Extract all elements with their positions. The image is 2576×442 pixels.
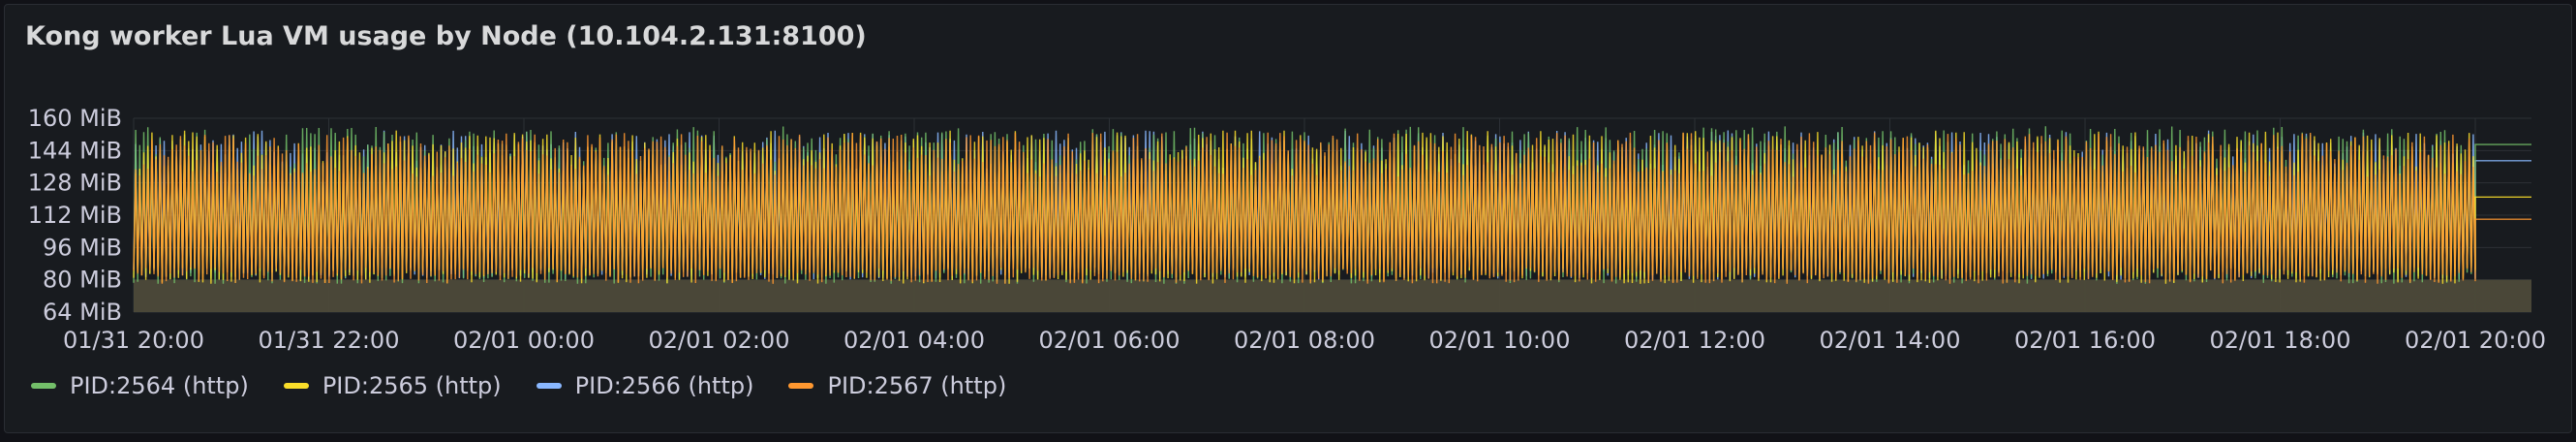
- y-tick-label: 96 MiB: [43, 234, 122, 261]
- legend-swatch-icon: [536, 383, 562, 389]
- legend-item[interactable]: PID:2564 (http): [31, 372, 249, 399]
- x-axis: 01/31 20:00 01/31 22:00 02/01 00:00 02/01 0…: [63, 327, 2546, 354]
- x-tick-label: 02/01 16:00: [2014, 327, 2156, 354]
- y-tick-label: 128 MiB: [28, 170, 122, 197]
- y-axis: 64 MiB 80 MiB 96 MiB 112 MiB 128 MiB 144 MiB 1…: [28, 105, 122, 326]
- x-tick-label: 02/01 02:00: [649, 327, 790, 354]
- legend-item[interactable]: PID:2566 (http): [536, 372, 754, 399]
- x-tick-label: 02/01 00:00: [453, 327, 595, 354]
- area-fill: [134, 279, 2531, 312]
- y-tick-label: 144 MiB: [28, 137, 122, 164]
- series-lines: [133, 126, 2531, 284]
- legend-label: PID:2565 (http): [322, 372, 502, 399]
- y-tick-label: 80 MiB: [43, 267, 122, 294]
- x-tick-label: 02/01 18:00: [2210, 327, 2351, 354]
- x-tick-label: 01/31 20:00: [63, 327, 204, 354]
- y-tick-label: 112 MiB: [28, 202, 122, 229]
- legend-swatch-icon: [31, 383, 56, 389]
- legend-item[interactable]: PID:2565 (http): [283, 372, 502, 399]
- legend-swatch-icon: [788, 383, 814, 389]
- x-tick-label: 02/01 06:00: [1039, 327, 1181, 354]
- x-tick-label: 02/01 10:00: [1429, 327, 1571, 354]
- x-tick-label: 01/31 22:00: [259, 327, 400, 354]
- x-tick-label: 02/01 04:00: [843, 327, 985, 354]
- y-tick-label: 64 MiB: [43, 299, 122, 326]
- x-tick-label: 02/01 14:00: [1820, 327, 1961, 354]
- area-band: [134, 279, 2531, 312]
- chart-legend: PID:2564 (http) PID:2565 (http) PID:2566 (…: [31, 372, 1006, 399]
- legend-item[interactable]: PID:2567 (http): [788, 372, 1006, 399]
- x-tick-label: 02/01 20:00: [2405, 327, 2546, 354]
- x-tick-label: 02/01 12:00: [1624, 327, 1765, 354]
- legend-label: PID:2567 (http): [827, 372, 1007, 399]
- legend-label: PID:2566 (http): [574, 372, 754, 399]
- y-tick-label: 160 MiB: [28, 105, 122, 132]
- x-tick-label: 02/01 08:00: [1234, 327, 1375, 354]
- legend-label: PID:2564 (http): [70, 372, 249, 399]
- legend-swatch-icon: [283, 383, 309, 389]
